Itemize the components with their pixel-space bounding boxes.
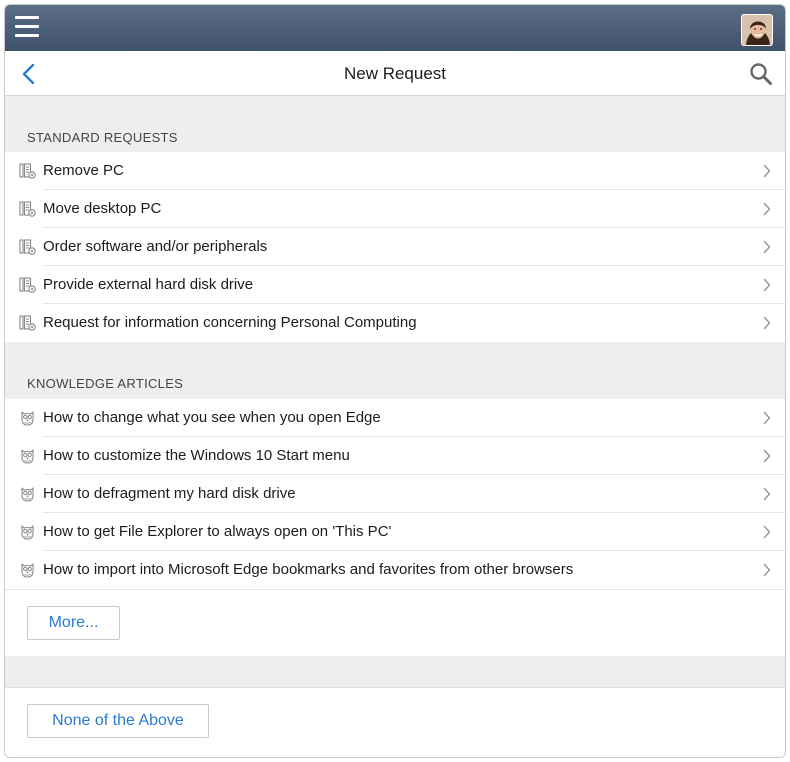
list-item-body: How to defragment my hard disk drive [43, 475, 785, 513]
list-item[interactable]: Remove PC [5, 152, 785, 190]
owl-icon [19, 486, 36, 502]
section-header-standard-requests: STANDARD REQUESTS [5, 96, 785, 152]
list-item-label: How to defragment my hard disk drive [43, 485, 296, 502]
list-item-label: Provide external hard disk drive [43, 276, 254, 293]
chevron-right-icon [763, 525, 771, 539]
top-bar [5, 5, 785, 51]
request-icon [19, 163, 36, 179]
list-item-body: Request for information concerning Perso… [43, 304, 785, 342]
owl-icon [19, 562, 36, 578]
chevron-right-icon [763, 563, 771, 577]
request-icon [19, 277, 36, 293]
list-item[interactable]: How to customize the Windows 10 Start me… [5, 437, 785, 475]
list-item-label: How to import into Microsoft Edge bookma… [43, 561, 574, 578]
chevron-right-icon [763, 449, 771, 463]
list-item-body: Move desktop PC [43, 190, 785, 228]
list-item-body: Order software and/or peripherals [43, 228, 785, 266]
page-title: New Request [343, 64, 447, 83]
more-area: More... [5, 589, 785, 656]
list-item[interactable]: How to import into Microsoft Edge bookma… [5, 551, 785, 589]
nav-bar: New Request [5, 51, 785, 96]
list-item[interactable]: How to defragment my hard disk drive [5, 475, 785, 513]
search-icon[interactable] [749, 62, 773, 86]
request-icon [19, 315, 36, 331]
none-area: None of the Above [5, 687, 785, 757]
none-of-the-above-button[interactable]: None of the Above [27, 704, 209, 738]
owl-icon [19, 410, 36, 426]
list-item[interactable]: How to get File Explorer to always open … [5, 513, 785, 551]
list-item[interactable]: Provide external hard disk drive [5, 266, 785, 304]
chevron-right-icon [763, 240, 771, 254]
list-item-body: Provide external hard disk drive [43, 266, 785, 304]
list-item-label: Remove PC [43, 162, 124, 179]
chevron-right-icon [763, 411, 771, 425]
list-item-body: How to get File Explorer to always open … [43, 513, 785, 551]
list-item[interactable]: Move desktop PC [5, 190, 785, 228]
list-item[interactable]: Order software and/or peripherals [5, 228, 785, 266]
request-icon [19, 201, 36, 217]
list-item-label: Move desktop PC [43, 200, 162, 217]
list-item-label: How to get File Explorer to always open … [43, 523, 392, 540]
app-window: New Request STANDARD REQUESTS Remove PC M… [4, 4, 786, 758]
owl-icon [19, 448, 36, 464]
list-item[interactable]: How to change what you see when you open… [5, 399, 785, 437]
list-item-body: Remove PC [43, 152, 785, 190]
list-item-body: How to change what you see when you open… [43, 399, 785, 437]
list-item[interactable]: Request for information concerning Perso… [5, 304, 785, 342]
section-header-knowledge-articles: KNOWLEDGE ARTICLES [5, 342, 785, 399]
request-icon [19, 239, 36, 255]
list-item-body: How to customize the Windows 10 Start me… [43, 437, 785, 475]
knowledge-articles-list: How to change what you see when you open… [5, 399, 785, 589]
chevron-right-icon [763, 202, 771, 216]
user-avatar[interactable] [741, 14, 773, 46]
chevron-right-icon [763, 487, 771, 501]
list-item-label: How to change what you see when you open… [43, 409, 381, 426]
owl-icon [19, 524, 36, 540]
section-divider [5, 656, 785, 687]
chevron-right-icon [763, 164, 771, 178]
hamburger-icon[interactable] [15, 16, 39, 38]
list-item-label: Request for information concerning Perso… [43, 314, 417, 331]
standard-requests-list: Remove PC Move desktop PC Order software a… [5, 152, 785, 342]
list-item-label: Order software and/or peripherals [43, 238, 268, 255]
chevron-right-icon [763, 278, 771, 292]
list-item-label: How to customize the Windows 10 Start me… [43, 447, 350, 464]
more-button[interactable]: More... [27, 606, 120, 640]
chevron-right-icon [763, 316, 771, 330]
list-item-body: How to import into Microsoft Edge bookma… [43, 551, 785, 589]
